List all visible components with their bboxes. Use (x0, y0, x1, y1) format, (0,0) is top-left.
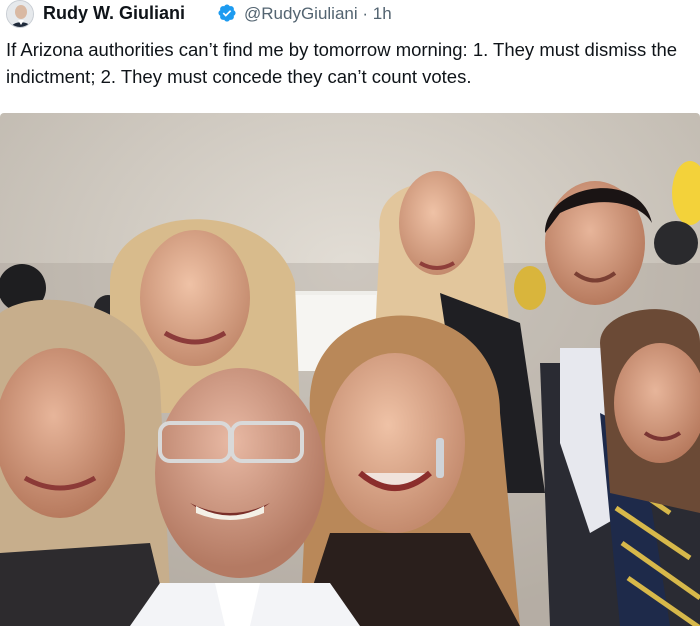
author-name[interactable]: Rudy W. Giuliani (43, 3, 185, 24)
separator-dot: · (362, 4, 369, 23)
verified-badge-icon (217, 3, 237, 23)
author-avatar[interactable] (6, 0, 34, 28)
tweet-text: If Arizona authorities can’t find me by … (6, 39, 678, 87)
author-handle-line[interactable]: @RudyGiuliani · 1h (244, 4, 392, 24)
tweet-header: Rudy W. Giuliani @RudyGiuliani · 1h (0, 0, 700, 28)
tweet-time[interactable]: 1h (373, 4, 392, 23)
group-selfie-photo[interactable] (0, 113, 700, 626)
author-handle: @RudyGiuliani (244, 4, 358, 23)
tweet-card[interactable]: Rudy W. Giuliani @RudyGiuliani · 1h If A… (0, 0, 700, 626)
